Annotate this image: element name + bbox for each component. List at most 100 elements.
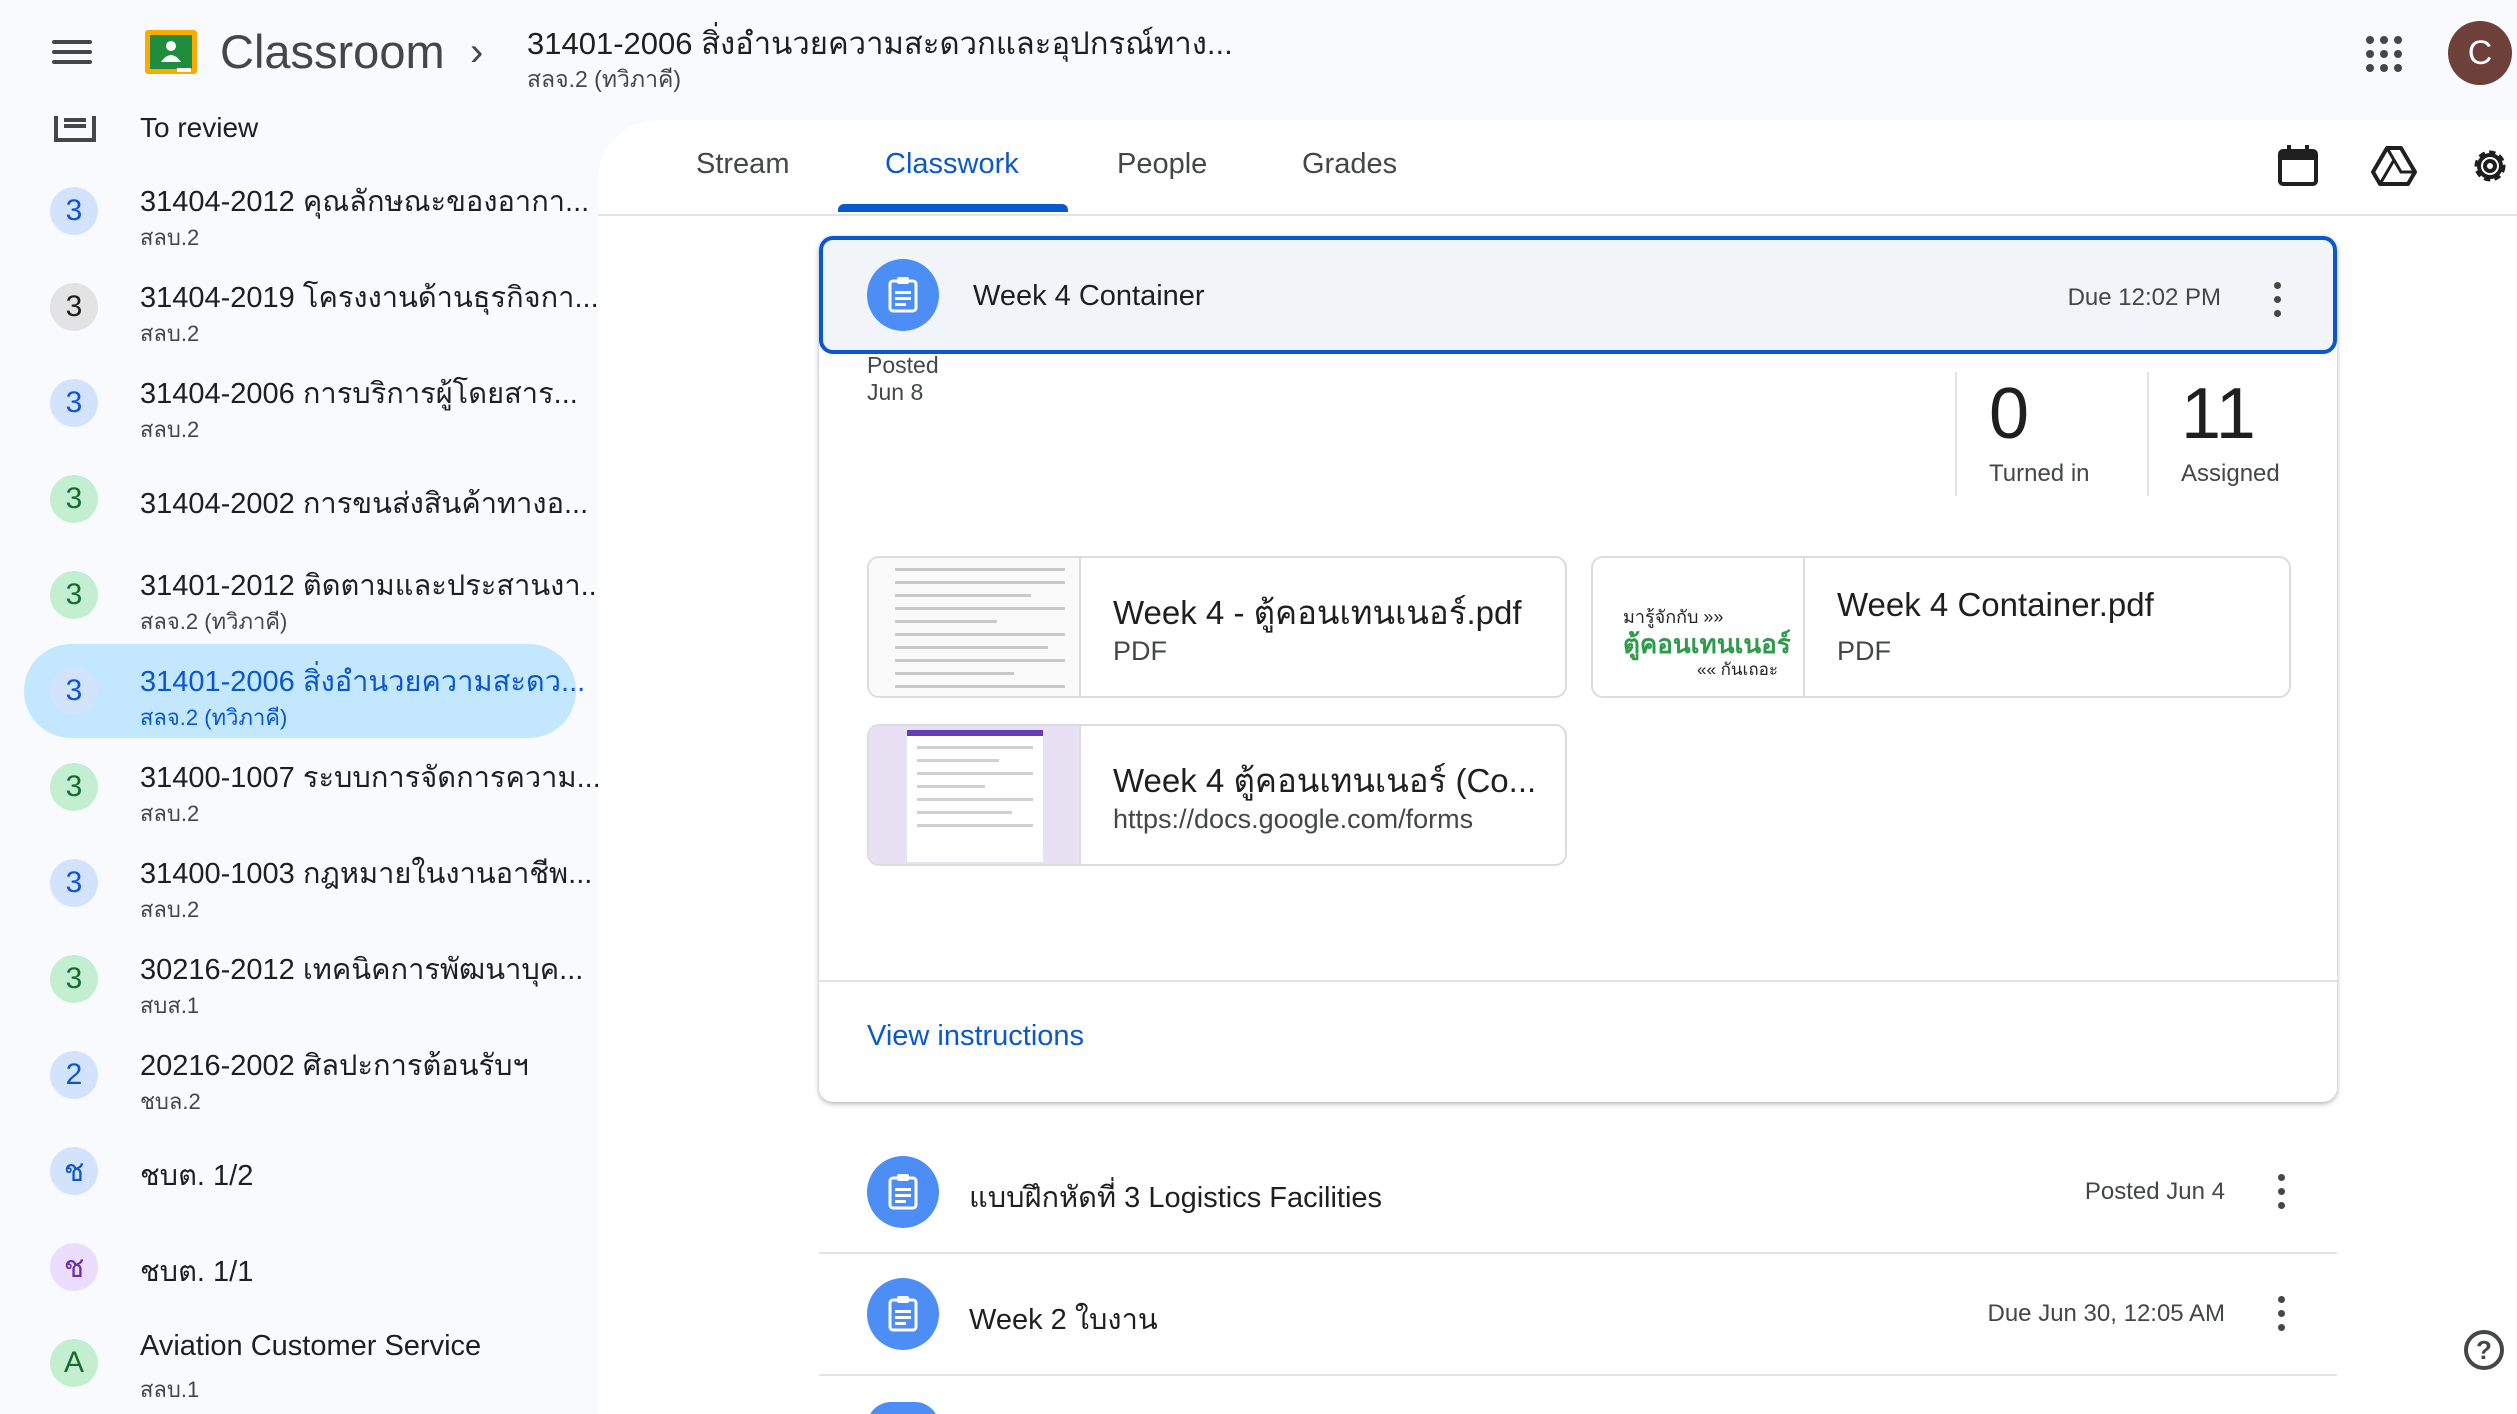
sidebar-class-item[interactable]: 3 31404-2019 โครงงานด้านธุรกิจกา... สลบ.2: [24, 260, 598, 354]
more-vert-icon[interactable]: [2269, 278, 2285, 322]
class-badge: ช: [50, 1147, 98, 1195]
tab-grades[interactable]: Grades: [1302, 148, 1397, 181]
attachment-pdf-1[interactable]: Week 4 - ตู้คอนเทนเนอร์.pdf PDF: [867, 556, 1567, 698]
attachment-thumbnail: มารู้จักกับ »» ตู้คอนเทนเนอร์ «« กันเถอะ: [1593, 558, 1805, 696]
sidebar-class-item[interactable]: 2 20216-2002 ศิลปะการต้อนรับฯชบล.2: [24, 1028, 576, 1122]
class-badge: 3: [50, 187, 98, 235]
turned-in-count: 0: [1989, 374, 2030, 454]
active-tab-indicator: [838, 204, 1068, 212]
help-icon[interactable]: ?: [2464, 1330, 2504, 1370]
sidebar-class-item[interactable]: A Aviation Customer Service สลบ.1: [24, 1316, 576, 1410]
class-name: Aviation Customer Service: [140, 1330, 482, 1362]
class-name: 20216-2002 ศิลปะการต้อนรับฯ: [140, 1050, 529, 1082]
assigned-label: Assigned: [2181, 460, 2280, 487]
class-section: สลจ.2 (ทวิภาคี): [140, 609, 288, 634]
class-section: สลบ.1: [140, 1377, 200, 1402]
card-divider: [819, 980, 2337, 982]
sidebar-item-to-review[interactable]: To review: [0, 116, 598, 152]
more-vert-icon[interactable]: [2273, 1170, 2289, 1214]
class-section: ชบล.2: [140, 1089, 201, 1114]
sidebar-class-item[interactable]: 3 31404-2012 คุณลักษณะของอากา... สลบ.2: [24, 164, 589, 258]
attachment-form[interactable]: Week 4 ตู้คอนเทนเนอร์ (Co... https://doc…: [867, 724, 1567, 866]
class-badge: ช: [50, 1243, 98, 1291]
sidebar-class-item[interactable]: 3 30216-2012 เทคนิคการพัฒนาบุค... สบส.1: [24, 932, 583, 1026]
tab-stream[interactable]: Stream: [696, 148, 789, 181]
sidebar-class-item[interactable]: 3 31404-2002 การขนส่งสินค้าทางอ...: [24, 452, 588, 546]
class-badge: 2: [50, 1051, 98, 1099]
sidebar-class-item[interactable]: 3 31404-2006 การบริการผู้โดยสาร... สลบ.2: [24, 356, 578, 450]
sidebar: To review 3 31404-2012 คุณลักษณะของอากา..…: [0, 116, 598, 1414]
classwork-row[interactable]: แบบฝึกหัดที่ 3 Logistics Facilities Post…: [819, 1132, 2337, 1254]
view-instructions-link[interactable]: View instructions: [867, 1020, 1084, 1053]
class-badge: 3: [50, 955, 98, 1003]
classwork-row[interactable]: Week 2 ใบงาน Due Jun 30, 12:05 AM: [819, 1254, 2337, 1376]
class-section: สลบ.2: [140, 417, 200, 442]
attachment-type: PDF: [1113, 636, 1167, 666]
posted-date: Posted Jun 8: [867, 352, 939, 405]
tab-people[interactable]: People: [1117, 148, 1207, 181]
chevron-right-icon: ›: [470, 30, 484, 74]
drive-icon[interactable]: [2370, 142, 2418, 190]
thumbnail-text: «« กันเถอะ: [1697, 660, 1778, 679]
class-badge: 3: [50, 763, 98, 811]
assignment-due: Due 12:02 PM: [2067, 284, 2221, 311]
sidebar-class-item[interactable]: 3 31400-1003 กฎหมายในงานอาชีพ... สลบ.2: [24, 836, 592, 930]
class-section: สลจ.2 (ทวิภาคี): [140, 705, 288, 730]
sidebar-class-item[interactable]: 3 31401-2012 ติดตามและประสานงา... สลจ.2 (ท…: [24, 548, 598, 642]
class-name: 31404-2012 คุณลักษณะของอากา...: [140, 186, 590, 218]
attachment-title: Week 4 - ตู้คอนเทนเนอร์.pdf: [1113, 594, 1522, 631]
row-date: Due Jun 30, 12:05 AM: [1987, 1300, 2226, 1327]
class-name: 31401-2006 สิ่งอำนวยความสะดว...: [140, 666, 586, 698]
tab-classwork[interactable]: Classwork: [885, 148, 1019, 181]
class-section: สบส.1: [140, 993, 200, 1018]
class-name: 31404-2019 โครงงานด้านธุรกิจกา...: [140, 282, 598, 314]
class-badge: 3: [50, 379, 98, 427]
attachment-title: Week 4 ตู้คอนเทนเนอร์ (Co...: [1113, 762, 1537, 799]
row-title: แบบฝึกหัดที่ 3 Logistics Facilities: [969, 1182, 1383, 1214]
assigned-count: 11: [2181, 374, 2256, 454]
avatar[interactable]: C: [2448, 21, 2512, 85]
class-name: 30216-2012 เทคนิคการพัฒนาบุค...: [140, 954, 584, 986]
course-subtitle: สลจ.2 (ทวิภาคี): [527, 66, 682, 92]
menu-icon[interactable]: [48, 34, 96, 74]
apps-grid-icon[interactable]: [2366, 36, 2402, 72]
assignment-card-header[interactable]: Week 4 Container Due 12:02 PM: [819, 236, 2337, 354]
to-review-label: To review: [140, 116, 259, 143]
class-name: 31400-1003 กฎหมายในงานอาชีพ...: [140, 858, 593, 890]
to-review-icon: [54, 116, 96, 142]
class-badge: 3: [50, 475, 98, 523]
class-section: สลบ.2: [140, 321, 200, 346]
class-name: 31401-2012 ติดตามและประสานงา...: [140, 570, 598, 602]
calendar-icon[interactable]: [2274, 142, 2322, 190]
class-section: สลบ.2: [140, 897, 200, 922]
class-name: 31400-1007 ระบบการจัดการความ...: [140, 762, 598, 794]
class-name: ชบต. 1/2: [140, 1160, 254, 1192]
class-section: สลบ.2: [140, 225, 200, 250]
sidebar-class-item[interactable]: ช ชบต. 1/1: [24, 1220, 576, 1314]
tab-bar: Stream Classwork People Grades: [598, 120, 2517, 216]
turned-in-stat[interactable]: 0 Turned in: [1955, 372, 2090, 496]
sidebar-class-item[interactable]: 3 31401-2006 สิ่งอำนวยความสะดว... สลจ.2 (ท…: [24, 644, 585, 738]
sidebar-class-item[interactable]: 3 31400-1007 ระบบการจัดการความ... สลบ.2: [24, 740, 598, 834]
attachment-title: Week 4 Container.pdf: [1837, 586, 2154, 623]
assigned-stat[interactable]: 11 Assigned: [2147, 372, 2280, 496]
turned-in-label: Turned in: [1989, 460, 2090, 487]
course-title[interactable]: 31401-2006 สิ่งอำนวยความสะดวกและอุปกรณ์ท…: [527, 18, 1233, 68]
row-title: Week 2 ใบงาน: [969, 1304, 1158, 1336]
more-vert-icon[interactable]: [2273, 1292, 2289, 1336]
top-app-bar: Classroom › 31401-2006 สิ่งอำนวยความสะดว…: [0, 0, 2517, 116]
assignment-card-expanded: Week 4 Container Due 12:02 PM Posted Jun…: [819, 236, 2337, 1102]
attachment-thumbnail: [869, 558, 1081, 696]
class-badge: 3: [50, 571, 98, 619]
class-section: สลบ.2: [140, 801, 200, 826]
app-title[interactable]: Classroom: [220, 24, 445, 79]
sidebar-class-item[interactable]: ช ชบต. 1/2: [24, 1124, 576, 1218]
class-name: ชบต. 1/1: [140, 1256, 254, 1288]
settings-gear-icon[interactable]: [2466, 142, 2514, 190]
row-date: Posted Jun 4: [2084, 1178, 2225, 1205]
class-name: 31404-2006 การบริการผู้โดยสาร...: [140, 378, 578, 410]
class-name: 31404-2002 การขนส่งสินค้าทางอ...: [140, 488, 589, 520]
classroom-logo-icon[interactable]: [143, 28, 199, 76]
attachment-pdf-2[interactable]: มารู้จักกับ »» ตู้คอนเทนเนอร์ «« กันเถอะ…: [1591, 556, 2291, 698]
class-badge: 3: [50, 859, 98, 907]
